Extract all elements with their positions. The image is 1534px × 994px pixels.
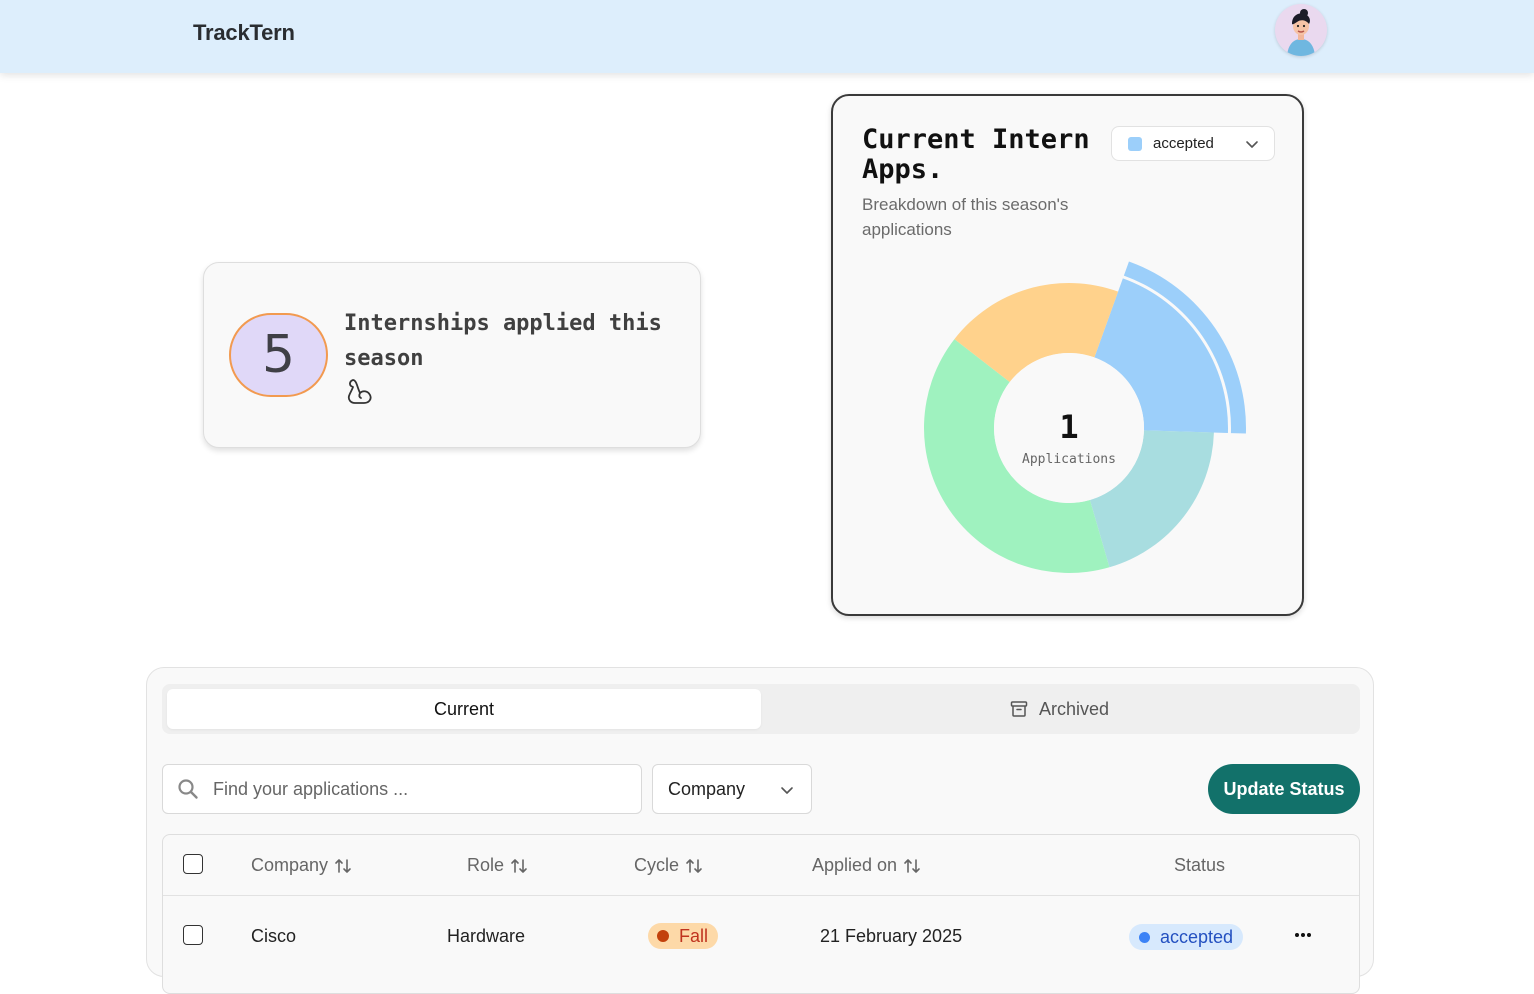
more-actions-icon[interactable] [1293,925,1313,945]
archive-icon [1010,701,1028,717]
app-brand[interactable]: TrackTern [193,20,295,46]
column-header-status: Status [1174,855,1225,876]
chart-title: Current Intern Apps. [862,124,1090,185]
row-checkbox[interactable] [183,925,203,945]
applications-table: Company Role Cycle Applied on Status Cis… [162,834,1360,994]
column-header-company[interactable]: Company [251,855,352,876]
status-color-swatch [1128,136,1142,151]
column-header-role[interactable]: Role [467,855,528,876]
table-header: Company Role Cycle Applied on Status [163,835,1359,896]
donut-center-label: Applications [1022,452,1116,467]
column-header-company-label: Company [251,855,329,875]
column-header-cycle[interactable]: Cycle [634,855,703,876]
status-label: accepted [1160,926,1234,947]
top-navbar: TrackTern [0,0,1534,73]
cycle-badge: Fall [648,923,719,949]
cell-company: Cisco [251,926,297,946]
column-header-role-label: Role [467,855,505,875]
cycle-dot [657,930,669,942]
chevron-down-icon [781,787,793,794]
chart-subtitle: Breakdown of this season's applications [862,195,1069,239]
flexed-bicep-icon [347,379,372,404]
status-filter-select[interactable]: accepted [1111,126,1275,161]
tabs-bar: Current Archived [162,684,1360,734]
tab-archived[interactable]: Archived [762,689,1356,729]
tab-current[interactable]: Current [167,689,761,729]
stat-count: 5 [229,313,328,397]
column-header-applied[interactable]: Applied on [812,855,921,876]
user-avatar[interactable] [1275,4,1327,56]
chevron-down-icon [1246,141,1258,148]
column-header-cycle-label: Cycle [634,855,680,875]
stat-card: 5 Internships applied this season [203,262,701,448]
sort-icon [686,858,702,873]
cell-applied-date: 21 February 2025 [820,926,963,946]
select-all-checkbox[interactable] [183,854,203,874]
applications-chart-card: 1 Applications Current Intern Apps. Break… [831,94,1304,616]
cycle-label: Fall [679,925,709,946]
search-icon [178,779,198,799]
search-box [162,764,642,814]
status-dot [1139,931,1150,943]
column-header-status-label: Status [1174,855,1226,875]
sort-icon [904,858,920,873]
tab-current-label: Current [433,698,495,719]
donut-center-value: 1 [1059,408,1078,446]
company-filter-select[interactable]: Company [652,764,812,814]
column-header-applied-label: Applied on [812,855,898,875]
applications-panel: Current Archived Company Update Status C… [146,667,1374,994]
sort-icon [511,858,527,873]
status-badge: accepted [1129,924,1244,950]
tab-archived-label: Archived [1038,698,1110,719]
update-status-button[interactable]: Update Status [1208,764,1360,814]
sort-icon [335,858,351,873]
cell-role: Hardware [447,926,526,946]
stat-label: Internships applied this season [344,311,662,371]
avatar-illustration-icon [1287,9,1315,56]
search-input[interactable] [213,778,613,800]
status-filter-value: accepted [1153,135,1214,152]
company-filter-value: Company [668,778,746,799]
